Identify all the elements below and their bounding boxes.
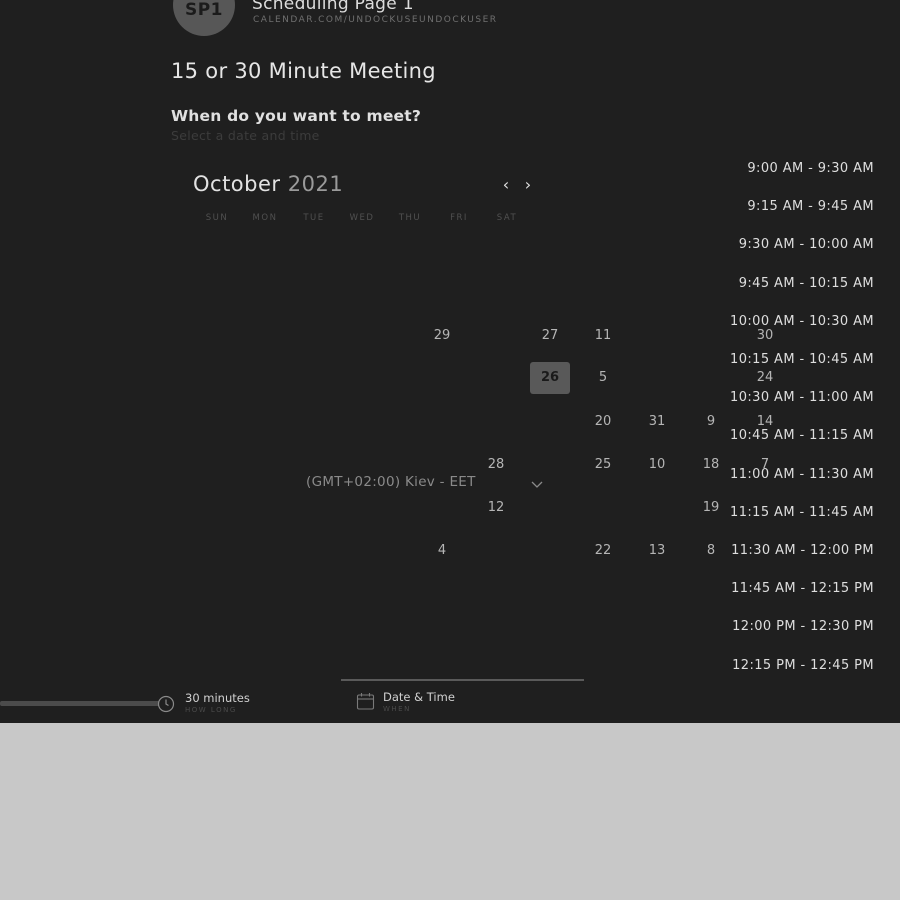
calendar-day[interactable]: 11	[583, 320, 623, 352]
calendar-day[interactable]: 28	[476, 449, 516, 481]
page-url[interactable]: CALENDAR.COM/UNDOCKUSEUNDOCKUSER	[253, 15, 498, 25]
time-slot-button[interactable]: 11:00 AM - 11:30 AM	[730, 464, 874, 486]
weekday-fri: FRI	[450, 213, 468, 223]
datetime-step-label[interactable]: Date & Time	[383, 690, 455, 704]
duration-step-caption: HOW LONG	[185, 706, 237, 714]
weekday-thu: THU	[398, 213, 422, 223]
chevron-right-icon[interactable]: ›	[520, 176, 536, 194]
time-slot-button[interactable]: 11:15 AM - 11:45 AM	[730, 502, 874, 524]
year-label: 2021	[287, 172, 344, 196]
chevron-left-icon[interactable]: ‹	[498, 176, 514, 194]
clock-icon	[157, 695, 175, 713]
time-slot-button[interactable]: 10:15 AM - 10:45 AM	[730, 349, 874, 371]
calendar-day[interactable]: 25	[583, 449, 623, 481]
duration-track	[0, 701, 160, 706]
time-slot-button[interactable]: 10:30 AM - 11:00 AM	[730, 387, 874, 409]
calendar-day[interactable]: 27	[530, 320, 570, 352]
calendar-day[interactable]: 29	[422, 320, 462, 352]
chevron-down-icon[interactable]	[528, 477, 546, 491]
month-label: October 2021	[193, 172, 343, 196]
calendar-day[interactable]: 9	[691, 406, 731, 438]
calendar-day[interactable]: 31	[637, 406, 677, 438]
weekday-tue: TUE	[303, 213, 325, 223]
weekday-sat: SAT	[496, 213, 518, 223]
calendar-day[interactable]: 5	[583, 362, 623, 394]
avatar: SP1	[173, 0, 235, 36]
calendar-day[interactable]: 12	[476, 492, 516, 524]
calendar-icon	[356, 693, 375, 710]
calendar-day[interactable]: 20	[583, 406, 623, 438]
datetime-step-caption: WHEN	[383, 705, 411, 713]
time-slot-button[interactable]: 11:45 AM - 12:15 PM	[731, 578, 874, 600]
scheduling-page: SP1 Scheduling Page 1 CALENDAR.COM/UNDOC…	[0, 0, 900, 723]
calendar-day[interactable]: 8	[691, 535, 731, 567]
weekday-sun: SUN	[205, 213, 229, 223]
page-name: Scheduling Page 1	[252, 0, 414, 14]
active-step-indicator	[341, 679, 584, 681]
time-slot-button[interactable]: 9:30 AM - 10:00 AM	[739, 234, 874, 256]
time-slot-button[interactable]: 12:00 PM - 12:30 PM	[732, 616, 874, 638]
calendar-day[interactable]: 19	[691, 492, 731, 524]
meeting-title: 15 or 30 Minute Meeting	[171, 59, 436, 83]
time-slot-button[interactable]: 9:45 AM - 10:15 AM	[739, 273, 874, 295]
selected-day[interactable]: 26	[530, 362, 570, 394]
weekday-mon: MON	[252, 213, 278, 223]
time-slot-button[interactable]: 9:00 AM - 9:30 AM	[747, 158, 874, 180]
time-slot-button[interactable]: 12:15 PM - 12:45 PM	[732, 655, 874, 677]
question-subtitle: Select a date and time	[171, 128, 320, 143]
calendar-day[interactable]: 13	[637, 535, 677, 567]
calendar-day[interactable]: 22	[583, 535, 623, 567]
question-heading: When do you want to meet?	[171, 107, 422, 125]
weekday-wed: WED	[349, 213, 375, 223]
timezone-select[interactable]: (GMT+02:00) Kiev - EET	[306, 474, 476, 490]
calendar-day[interactable]: 18	[691, 449, 731, 481]
calendar-day[interactable]: 4	[422, 535, 462, 567]
time-slot-button[interactable]: 10:45 AM - 11:15 AM	[730, 425, 874, 447]
calendar-day[interactable]: 10	[637, 449, 677, 481]
duration-step-label[interactable]: 30 minutes	[185, 691, 250, 705]
time-slot-button[interactable]: 9:15 AM - 9:45 AM	[747, 196, 874, 218]
time-slot-button[interactable]: 10:00 AM - 10:30 AM	[730, 311, 874, 333]
time-slot-button[interactable]: 11:30 AM - 12:00 PM	[731, 540, 874, 562]
month-name: October	[193, 172, 281, 196]
